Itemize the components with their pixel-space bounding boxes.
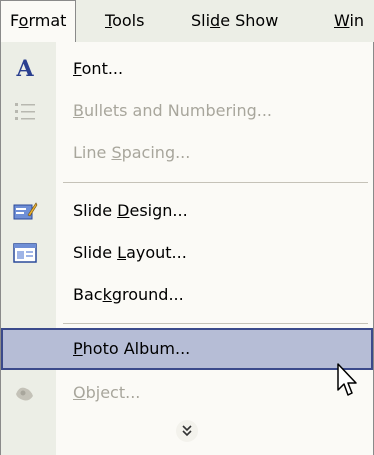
menu-item-label: Photo Album...: [73, 339, 191, 358]
font-a-icon: A: [16, 56, 34, 82]
menu-item-bullets-and-numbering[interactable]: Bullets and Numbering...: [1, 90, 373, 132]
menu-item-label: Bullets and Numbering...: [73, 101, 273, 120]
menu-item-label: Slide Layout...: [73, 243, 187, 262]
format-dropdown-menu: A Font... Bullets and Numbering... Line …: [0, 42, 374, 455]
menu-window[interactable]: Win: [325, 0, 373, 42]
menu-item-label: Object...: [73, 383, 141, 402]
menu-item-slide-design[interactable]: Slide Design...: [1, 190, 373, 232]
menu-format[interactable]: Format: [0, 0, 77, 42]
menu-item-font[interactable]: A Font...: [1, 48, 373, 90]
menu-item-object[interactable]: Object...: [1, 372, 373, 414]
mouse-cursor-icon: [337, 363, 357, 396]
menu-item-label: Line Spacing...: [73, 143, 191, 162]
slide-design-icon: [11, 197, 39, 225]
menu-bar: Format Tools Slide Show Win: [0, 0, 374, 42]
double-chevron-down-icon: [176, 420, 198, 442]
menu-item-label: Slide Design...: [73, 201, 188, 220]
expand-menu-chevron[interactable]: [1, 416, 373, 446]
slide-layout-icon: [11, 239, 39, 267]
menu-slide-show[interactable]: Slide Show: [182, 0, 287, 42]
menu-tools[interactable]: Tools: [96, 0, 153, 42]
menu-separator: [63, 182, 368, 183]
menu-item-photo-album[interactable]: Photo Album...: [1, 328, 373, 370]
menu-item-label: Font...: [73, 59, 124, 78]
bullets-icon: [11, 97, 39, 125]
object-icon: [11, 379, 39, 407]
menu-item-line-spacing[interactable]: Line Spacing...: [1, 132, 373, 174]
menu-item-slide-layout[interactable]: Slide Layout...: [1, 232, 373, 274]
menu-item-label: Background...: [73, 285, 184, 304]
menu-separator: [63, 323, 368, 324]
menu-item-background[interactable]: Background...: [1, 274, 373, 316]
